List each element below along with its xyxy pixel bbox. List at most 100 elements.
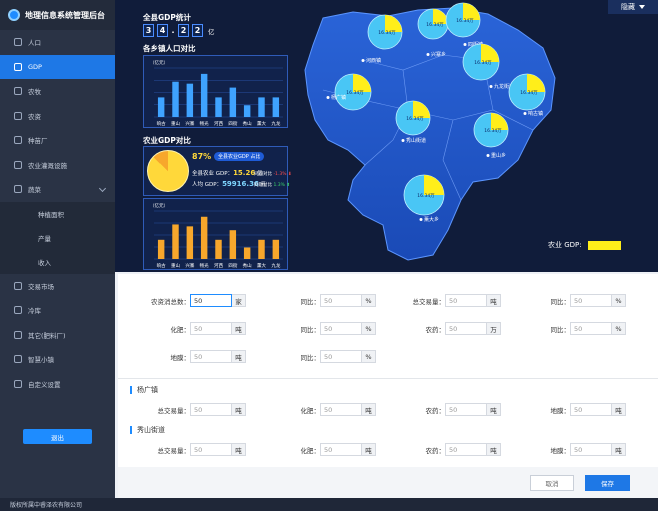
- map-town-label: 重山乡: [491, 152, 506, 159]
- form-field: 农资消总数： 50 家: [118, 294, 246, 307]
- field-input[interactable]: 50: [445, 294, 487, 307]
- map-town-label: 响古镇: [528, 110, 543, 117]
- map-pie[interactable]: 16.34万: [403, 174, 445, 216]
- sidebar-subitem[interactable]: 收入: [0, 249, 115, 274]
- hide-label: 隐藏: [621, 3, 635, 11]
- section-title: 秀山街道: [130, 426, 165, 434]
- field-input[interactable]: 50: [570, 403, 612, 416]
- chart-bar: [200, 73, 208, 117]
- map-pie[interactable]: 16.34万: [473, 112, 509, 148]
- field-unit: %: [362, 350, 376, 363]
- field-input[interactable]: 50: [570, 294, 612, 307]
- county-map: 16.34万河西镇16.34万兴寨乡16.34万四街镇16.34万九龙街道16.…: [304, 2, 556, 261]
- field-input[interactable]: 50: [320, 350, 362, 363]
- field-unit: 吨: [232, 350, 246, 363]
- sidebar-item-1-items2[interactable]: 冷库: [0, 298, 115, 323]
- form-field: 同比： 50%: [498, 322, 626, 335]
- sidebar-item-label: 其它(肥料厂): [28, 331, 66, 340]
- map-pie-value: 16.34万: [484, 128, 502, 134]
- form-field: 总交易量： 50 吨: [118, 403, 246, 416]
- field-label: 同比：: [550, 325, 571, 334]
- map-pie[interactable]: 16.34万: [508, 73, 546, 111]
- gdp-digit: .: [171, 26, 175, 35]
- field-input[interactable]: 50: [320, 294, 362, 307]
- field-input[interactable]: 50: [445, 443, 487, 456]
- sidebar-item-3-items[interactable]: 农资: [0, 104, 115, 129]
- chart-category-label: 秀山: [243, 262, 252, 269]
- field-input[interactable]: 50: [190, 403, 232, 416]
- chart-bar: [229, 87, 237, 117]
- form-field: 农药： 50 万: [373, 322, 501, 335]
- map-pie-value: 16.34万: [406, 116, 424, 122]
- map-pie[interactable]: 16.34万: [334, 73, 372, 111]
- form-field: 同比： 50%: [248, 294, 376, 307]
- field-label: 总交易量：: [412, 297, 446, 306]
- field-label: 总交易量：: [157, 406, 191, 415]
- sidebar-item-4-items2[interactable]: 自定义设置: [0, 372, 115, 397]
- chart-bar: [243, 247, 251, 259]
- chart-bar: [229, 230, 237, 259]
- sidebar-item-1-items[interactable]: GDP: [0, 54, 115, 79]
- map-pie[interactable]: 16.34万: [462, 43, 500, 81]
- hide-button[interactable]: 隐藏: [608, 0, 658, 14]
- sidebar-item-6-items[interactable]: 蔬菜: [0, 177, 115, 202]
- chart-category-label: 响古: [157, 262, 166, 269]
- save-button[interactable]: 保存: [585, 475, 630, 491]
- map-town-label: 秀山街道: [406, 137, 426, 144]
- chart-category-label: 河西: [214, 262, 223, 269]
- field-input[interactable]: 50: [320, 322, 362, 335]
- field-input[interactable]: 50: [320, 443, 362, 456]
- field-input[interactable]: 50: [190, 350, 232, 363]
- sidebar-subitem[interactable]: 产量: [0, 225, 115, 250]
- map-pie[interactable]: 16.34万: [395, 100, 431, 136]
- form-field: 化肥： 50 吨: [248, 443, 376, 456]
- sidebar: 地理信息系统管理后台 人口 GDP 农牧 农资 种苗厂 农业灌溉设施 蔬菜 种植面积 产量 收入…: [0, 0, 115, 498]
- chart-bar: [172, 81, 179, 117]
- sidebar-item-5-items[interactable]: 农业灌溉设施: [0, 153, 115, 178]
- field-input[interactable]: 50: [190, 294, 232, 307]
- sidebar-item-label: 智慧小镇: [28, 356, 54, 365]
- field-unit: 吨: [232, 322, 246, 335]
- pop-bar-chart: （亿元） 响古 重山 兴寨 畅光 河西 四街 秀山 薰大 九龙: [150, 59, 283, 127]
- sidebar-item-0-items[interactable]: 人口: [0, 30, 115, 55]
- sidebar-item-0-items2[interactable]: 交易市场: [0, 274, 115, 299]
- sidebar-item-4-items[interactable]: 种苗厂: [0, 128, 115, 153]
- gdp-digit: 2: [178, 24, 189, 37]
- field-input[interactable]: 50: [190, 443, 232, 456]
- sidebar-item-2-items[interactable]: 农牧: [0, 79, 115, 104]
- nav-icon: [14, 136, 22, 145]
- field-label: 化肥：: [170, 325, 191, 334]
- logout-button[interactable]: 退出: [23, 429, 92, 444]
- sidebar-item-label: 自定义设置: [28, 380, 61, 389]
- field-label: 化肥：: [300, 446, 321, 455]
- field-input[interactable]: 50: [190, 322, 232, 335]
- chart-bar: [258, 97, 265, 117]
- field-input[interactable]: 50: [570, 322, 612, 335]
- field-input[interactable]: 50: [570, 443, 612, 456]
- map-pie[interactable]: 16.34万: [445, 2, 481, 38]
- chart-category-label: 四街: [228, 120, 237, 127]
- gdp-digit: 3: [143, 24, 154, 37]
- map-pie-value: 16.34万: [520, 90, 538, 96]
- field-unit: 吨: [232, 443, 246, 456]
- field-unit: %: [612, 294, 626, 307]
- form-field: 同比： 50%: [248, 350, 376, 363]
- sidebar-item-2-items2[interactable]: 其它(肥料厂): [0, 323, 115, 348]
- legend-label: 农业 GDP:: [548, 241, 582, 249]
- map-pie[interactable]: 16.34万: [417, 8, 449, 40]
- cancel-button[interactable]: 取消: [530, 475, 574, 491]
- percap-label: 人均 GDP：: [192, 182, 223, 188]
- map-pie[interactable]: 16.34万: [367, 14, 403, 50]
- field-input[interactable]: 50: [445, 322, 487, 335]
- chart-bar: [243, 105, 251, 117]
- sidebar-item-3-items2[interactable]: 智慧小镇: [0, 347, 115, 372]
- sidebar-item-label: 农业灌溉设施: [28, 161, 67, 170]
- pop-chart-panel: （亿元） 响古 重山 兴寨 畅光 河西 四街 秀山 薰大 九龙: [143, 55, 288, 128]
- field-input[interactable]: 50: [445, 403, 487, 416]
- sidebar-subitem[interactable]: 种植面积: [0, 201, 115, 226]
- form-footer: [118, 467, 658, 498]
- agri-gdp-summary: 87% 全县农业GDP 占比 全县农业 GDP：15.26 亿 人均 GDP：5…: [143, 146, 292, 196]
- chart-y-label: （亿元）: [150, 59, 168, 66]
- field-input[interactable]: 50: [320, 403, 362, 416]
- nav-icon: [14, 379, 22, 388]
